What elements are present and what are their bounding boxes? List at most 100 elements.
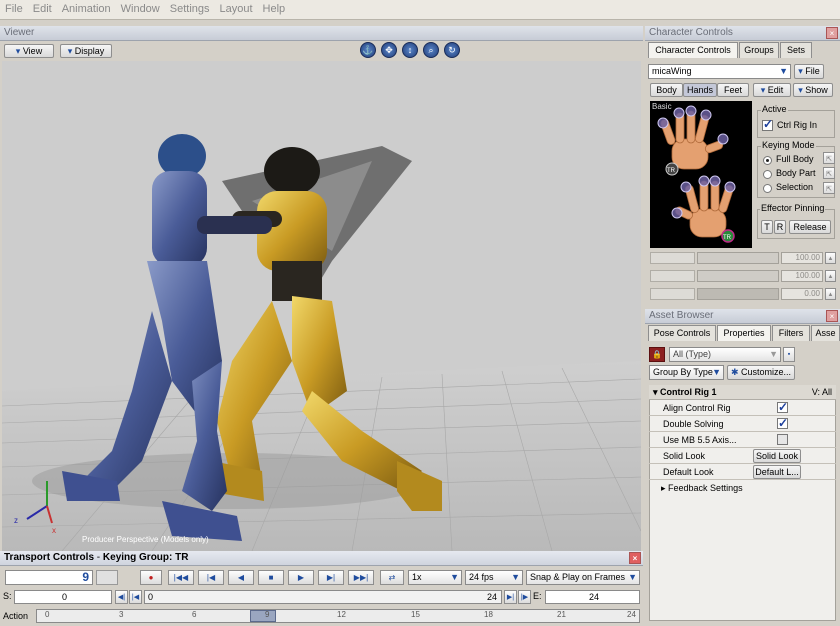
menu-window[interactable]: Window bbox=[116, 0, 165, 15]
tab-groups[interactable]: Groups bbox=[739, 42, 779, 58]
pull-label bbox=[650, 288, 695, 300]
menu-bar: File Edit Animation Window Settings Layout Hel… bbox=[0, 0, 840, 20]
dolly-nav-icon[interactable]: ↕ bbox=[402, 42, 418, 58]
customize-button[interactable]: ✱ Customize... bbox=[727, 365, 795, 380]
transport-close-button[interactable]: × bbox=[629, 552, 641, 564]
asset-browser-close-button[interactable]: × bbox=[826, 310, 838, 322]
range-end-left-button[interactable]: ▶| bbox=[504, 590, 517, 604]
zoom-nav-icon[interactable]: ⌕ bbox=[423, 42, 439, 58]
timeline-track[interactable]: 0 3 6 9 12 15 18 21 24 bbox=[36, 609, 640, 623]
tab-properties[interactable]: Properties bbox=[717, 325, 771, 341]
hands-illustration: TR TR bbox=[657, 105, 736, 243]
timeline-cursor[interactable] bbox=[250, 610, 276, 622]
menu-file[interactable]: File bbox=[0, 0, 28, 15]
record-button[interactable]: ● bbox=[140, 570, 162, 585]
goto-start-button[interactable]: |◀◀ bbox=[168, 570, 194, 585]
hand-picker-view[interactable]: Basic TR TR bbox=[650, 101, 752, 248]
range-end-right-button[interactable]: |▶ bbox=[518, 590, 531, 604]
keying-body-part-key-button[interactable]: ⇱ bbox=[823, 167, 835, 179]
align-control-rig-checkbox[interactable] bbox=[777, 399, 788, 415]
tick-12: 12 bbox=[337, 610, 346, 619]
solid-look-button[interactable]: Solid Look bbox=[753, 449, 801, 463]
range-start-right-button[interactable]: |◀ bbox=[129, 590, 142, 604]
pull-value[interactable]: 0.00 bbox=[781, 288, 823, 300]
prev-key-button[interactable]: |◀ bbox=[198, 570, 224, 585]
anchor-nav-icon[interactable]: ⚓ bbox=[360, 42, 376, 58]
snap-dropdown[interactable]: Snap & Play on Frames ▼ bbox=[526, 570, 640, 585]
display-menu-button[interactable]: ▾ Display bbox=[60, 44, 112, 58]
reach-t-spin[interactable]: ▲ bbox=[825, 252, 836, 264]
reach-r-value[interactable]: 100.00 bbox=[781, 270, 823, 282]
timeline: Action 0 3 6 9 12 15 18 21 24 bbox=[0, 607, 643, 625]
lock-icon[interactable]: 🔒 bbox=[649, 347, 665, 362]
tab-character-controls[interactable]: Character Controls bbox=[648, 42, 738, 58]
view-menu-button[interactable]: ▾ View bbox=[4, 44, 54, 58]
fps-dropdown[interactable]: 24 fps ▼ bbox=[465, 570, 523, 585]
ctrl-rig-in-checkbox[interactable] bbox=[762, 117, 773, 131]
goto-end-button[interactable]: ▶▶| bbox=[348, 570, 374, 585]
keying-full-body-key-button[interactable]: ⇱ bbox=[823, 152, 835, 164]
reach-t-slider[interactable] bbox=[697, 252, 779, 264]
menu-edit[interactable]: Edit bbox=[28, 0, 57, 15]
range-slider[interactable]: 0 24 bbox=[144, 590, 502, 604]
current-frame-field[interactable]: 9 bbox=[5, 570, 93, 585]
asset-browser-title-bar: Asset Browser × bbox=[645, 309, 840, 324]
range-start-left-button[interactable]: ◀| bbox=[115, 590, 128, 604]
loop-button[interactable]: ⇄ bbox=[380, 570, 404, 585]
edit-menu-button[interactable]: ▾ Edit bbox=[753, 83, 791, 97]
menu-layout[interactable]: Layout bbox=[215, 0, 258, 15]
release-button[interactable]: Release bbox=[789, 220, 831, 234]
filter-lock-button[interactable]: ▪ bbox=[783, 347, 795, 362]
keying-mode-selection-radio[interactable] bbox=[763, 184, 772, 193]
subtab-hands[interactable]: Hands bbox=[683, 83, 717, 97]
keying-mode-full-body-radio[interactable] bbox=[763, 156, 772, 165]
file-menu-button[interactable]: ▾ File bbox=[794, 64, 824, 79]
tick-0: 0 bbox=[45, 610, 50, 619]
orbit-nav-icon[interactable]: ↻ bbox=[444, 42, 460, 58]
subtab-body[interactable]: Body bbox=[650, 83, 683, 97]
reach-r-spin[interactable]: ▲ bbox=[825, 270, 836, 282]
subtab-feet[interactable]: Feet bbox=[717, 83, 749, 97]
play-button[interactable]: ▶ bbox=[288, 570, 314, 585]
type-filter-dropdown[interactable]: All (Type) ▼ bbox=[669, 347, 781, 362]
pull-spin[interactable]: ▲ bbox=[825, 288, 836, 300]
keying-group-label: Keying Group: TR bbox=[102, 552, 189, 563]
menu-help[interactable]: Help bbox=[258, 0, 291, 15]
pan-nav-icon[interactable]: ✥ bbox=[381, 42, 397, 58]
tab-pose-controls[interactable]: Pose Controls bbox=[648, 325, 716, 341]
show-menu-button[interactable]: ▾ Show bbox=[793, 83, 833, 97]
group-by-dropdown[interactable]: Group By Type ▼ bbox=[649, 365, 724, 380]
menu-animation[interactable]: Animation bbox=[57, 0, 116, 15]
pin-rotation-button[interactable]: R bbox=[774, 220, 786, 234]
reach-r-slider[interactable] bbox=[697, 270, 779, 282]
use-mb-axis-checkbox[interactable] bbox=[777, 434, 788, 445]
transport-title-bar: Transport Controls - Keying Group: TR × bbox=[0, 551, 643, 566]
stop-button[interactable]: ■ bbox=[258, 570, 284, 585]
default-look-button[interactable]: Default L... bbox=[753, 465, 801, 479]
start-frame-field[interactable]: 0 bbox=[14, 590, 112, 604]
pin-translation-button[interactable]: T bbox=[761, 220, 773, 234]
next-key-button[interactable]: ▶| bbox=[318, 570, 344, 585]
tab-assets[interactable]: Asse bbox=[811, 325, 840, 341]
tick-9: 9 bbox=[265, 610, 270, 619]
step-back-button[interactable]: ◀ bbox=[228, 570, 254, 585]
double-solving-checkbox[interactable] bbox=[777, 415, 788, 431]
character-controls-close-button[interactable]: × bbox=[826, 27, 838, 39]
speed-dropdown[interactable]: 1x ▼ bbox=[408, 570, 462, 585]
keying-mode-body-part-radio[interactable] bbox=[763, 170, 772, 179]
3d-viewport[interactable]: z x Producer Perspective (Models only) bbox=[2, 61, 641, 551]
feedback-settings-row[interactable]: ▸ Feedback Settings bbox=[649, 480, 836, 496]
keying-selection-key-button[interactable]: ⇱ bbox=[823, 182, 835, 194]
property-row-double-solving: Double Solving bbox=[649, 415, 836, 432]
character-dropdown[interactable]: micaWing ▼ bbox=[648, 64, 791, 79]
reach-t-value[interactable]: 100.00 bbox=[781, 252, 823, 264]
control-rig-section-header[interactable]: ▾ Control Rig 1 V: All bbox=[649, 385, 836, 400]
menu-settings[interactable]: Settings bbox=[165, 0, 215, 15]
effector-pinning-group: Effector Pinning T R Release bbox=[757, 203, 835, 239]
transport-controls-panel: Transport Controls - Keying Group: TR × … bbox=[0, 551, 643, 626]
pull-slider[interactable] bbox=[697, 288, 779, 300]
tab-sets[interactable]: Sets bbox=[780, 42, 812, 58]
frame-mode-toggle[interactable] bbox=[96, 570, 118, 585]
end-frame-field[interactable]: 24 bbox=[545, 590, 640, 604]
tab-filters[interactable]: Filters bbox=[772, 325, 810, 341]
